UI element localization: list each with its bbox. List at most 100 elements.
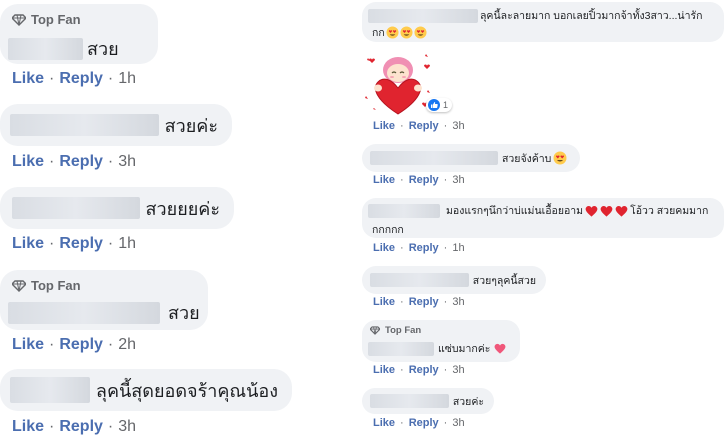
comment-actions: Like · Reply · 3h [373,417,465,429]
comment-item: สวยค่ะ Like · Reply · 3h [362,388,494,429]
comment-text: สวยค่ะ [164,115,218,136]
comment-time[interactable]: 3h [452,296,464,308]
blurred-username[interactable] [10,114,159,136]
comment-time[interactable]: 3h [452,417,464,429]
comment-text: สวย [87,39,119,59]
reply-link[interactable]: Reply [59,336,103,354]
like-link[interactable]: Like [373,242,395,254]
blurred-username[interactable] [368,203,440,218]
red-heart-icon [615,205,628,217]
comment-time[interactable]: 1h [118,235,136,253]
comment-bubble: Top Fan สวย [0,270,208,330]
separator-dot: · [443,417,448,429]
comment-actions: Like · Reply · 1h [373,242,465,254]
separator-dot: · [49,235,55,252]
blurred-username[interactable] [368,8,478,23]
comment-item: ลุคนี้ละลายมาก บอกเลยปิ้วมากจ้าทั้ง3สาว.… [362,2,724,42]
comment-item: สวยยยค่ะ Like · Reply · 1h [0,187,234,252]
blurred-username[interactable] [8,301,160,324]
comment-bubble: Top Fan แซ่บมากค่ะ [362,320,520,362]
blurred-username[interactable] [368,341,434,356]
like-link[interactable]: Like [12,235,44,253]
diamond-icon [12,279,26,292]
blurred-username[interactable] [12,197,140,219]
comment-time[interactable]: 3h [452,120,464,132]
reply-link[interactable]: Reply [409,120,439,132]
comment-bubble: สวยจังค้าบ [362,144,580,172]
comment-actions: Like · Reply · 3h [12,153,136,171]
blurred-username[interactable] [370,273,469,287]
blurred-username[interactable] [8,37,83,60]
separator-dot: · [443,364,448,376]
like-link[interactable]: Like [373,417,395,429]
comment-actions: Like · Reply · 3h [373,120,465,132]
separator-dot: · [107,153,114,170]
comment-bubble: สวยค่ะ [362,388,494,414]
comment-actions: Like · Reply · 3h [373,364,465,376]
reply-link[interactable]: Reply [59,235,103,253]
like-link[interactable]: Like [12,70,44,88]
comment-time[interactable]: 2h [118,336,136,354]
comment-time[interactable]: 3h [118,418,136,436]
red-heart-icon [585,205,598,217]
comment-bubble: สวยๆลุคนี้สวย [362,266,546,294]
reply-link[interactable]: Reply [409,417,439,429]
like-link[interactable]: Like [373,174,395,186]
red-heart-icon [600,205,613,217]
comment-actions: Like · Reply · 1h [12,235,136,253]
separator-dot: · [400,242,404,254]
separator-dot: · [400,364,404,376]
reaction-count: 1 [443,100,449,110]
separator-dot: · [107,418,114,435]
comment-time[interactable]: 3h [118,153,136,171]
reply-link[interactable]: Reply [409,174,439,186]
comment-item: Top Fan สวย Like · Reply · 1h [0,4,158,87]
blurred-username[interactable] [370,394,449,408]
comment-text-line1b: โอ้วว สวยคมมาก [630,205,709,217]
top-fan-label: Top Fan [385,325,422,336]
separator-dot: · [400,120,404,132]
comment-time[interactable]: 3h [452,174,464,186]
like-link[interactable]: Like [12,336,44,354]
comment-bubble: สวยยยค่ะ [0,187,234,229]
comment-bubble: สวยค่ะ [0,104,232,146]
reply-link[interactable]: Reply [409,242,439,254]
blurred-username[interactable] [370,151,498,165]
like-link[interactable]: Like [373,120,395,132]
reply-link[interactable]: Reply [409,296,439,308]
like-link[interactable]: Like [12,418,44,436]
comment-text-line1: ลุคนี้ละลายมาก บอกเลยปิ้วมากจ้าทั้ง3สาว.… [480,10,703,22]
reply-link[interactable]: Reply [59,153,103,171]
comment-item: Top Fan สวย Like · Reply · 2h [0,270,208,353]
comment-text: สวยยยค่ะ [145,198,220,219]
comment-text-line2: กก [372,27,385,39]
separator-dot: · [443,296,448,308]
reaction-count-badge[interactable]: 1 [426,98,453,112]
blurred-username[interactable] [10,377,90,403]
reply-link[interactable]: Reply [59,418,103,436]
like-link[interactable]: Like [373,364,395,376]
comment-text: ลุคนี้สุดยอดจร้าคุณน้อง [95,380,278,401]
diamond-icon [370,326,380,335]
reply-link[interactable]: Reply [59,70,103,88]
heart-girl-sticker-icon[interactable] [362,46,434,118]
heart-eyes-emoji-icon [400,26,413,39]
separator-dot: · [107,336,114,353]
comment-time[interactable]: 1h [118,70,136,88]
comment-bubble: มองแรกๆนึกว่าบ่แม่นเอื้อยอาม โอ้วว สวยคม… [362,198,724,238]
separator-dot: · [49,70,55,87]
comment-item: สวยๆลุคนี้สวย Like · Reply · 3h [362,266,546,308]
comment-time[interactable]: 3h [452,364,464,376]
top-fan-badge: Top Fan [12,12,81,27]
comment-item: มองแรกๆนึกว่าบ่แม่นเอื้อยอาม โอ้วว สวยคม… [362,198,724,254]
like-link[interactable]: Like [373,296,395,308]
reply-link[interactable]: Reply [409,364,439,376]
pink-heart-icon [494,343,506,354]
like-link[interactable]: Like [12,153,44,171]
comment-text: สวยค่ะ [452,395,484,408]
top-fan-label: Top Fan [31,278,81,293]
comment-bubble: ลุคนี้สุดยอดจร้าคุณน้อง [0,369,292,411]
comment-time[interactable]: 1h [452,242,464,254]
comment-text: สวย [168,303,200,323]
separator-dot: · [49,418,55,435]
